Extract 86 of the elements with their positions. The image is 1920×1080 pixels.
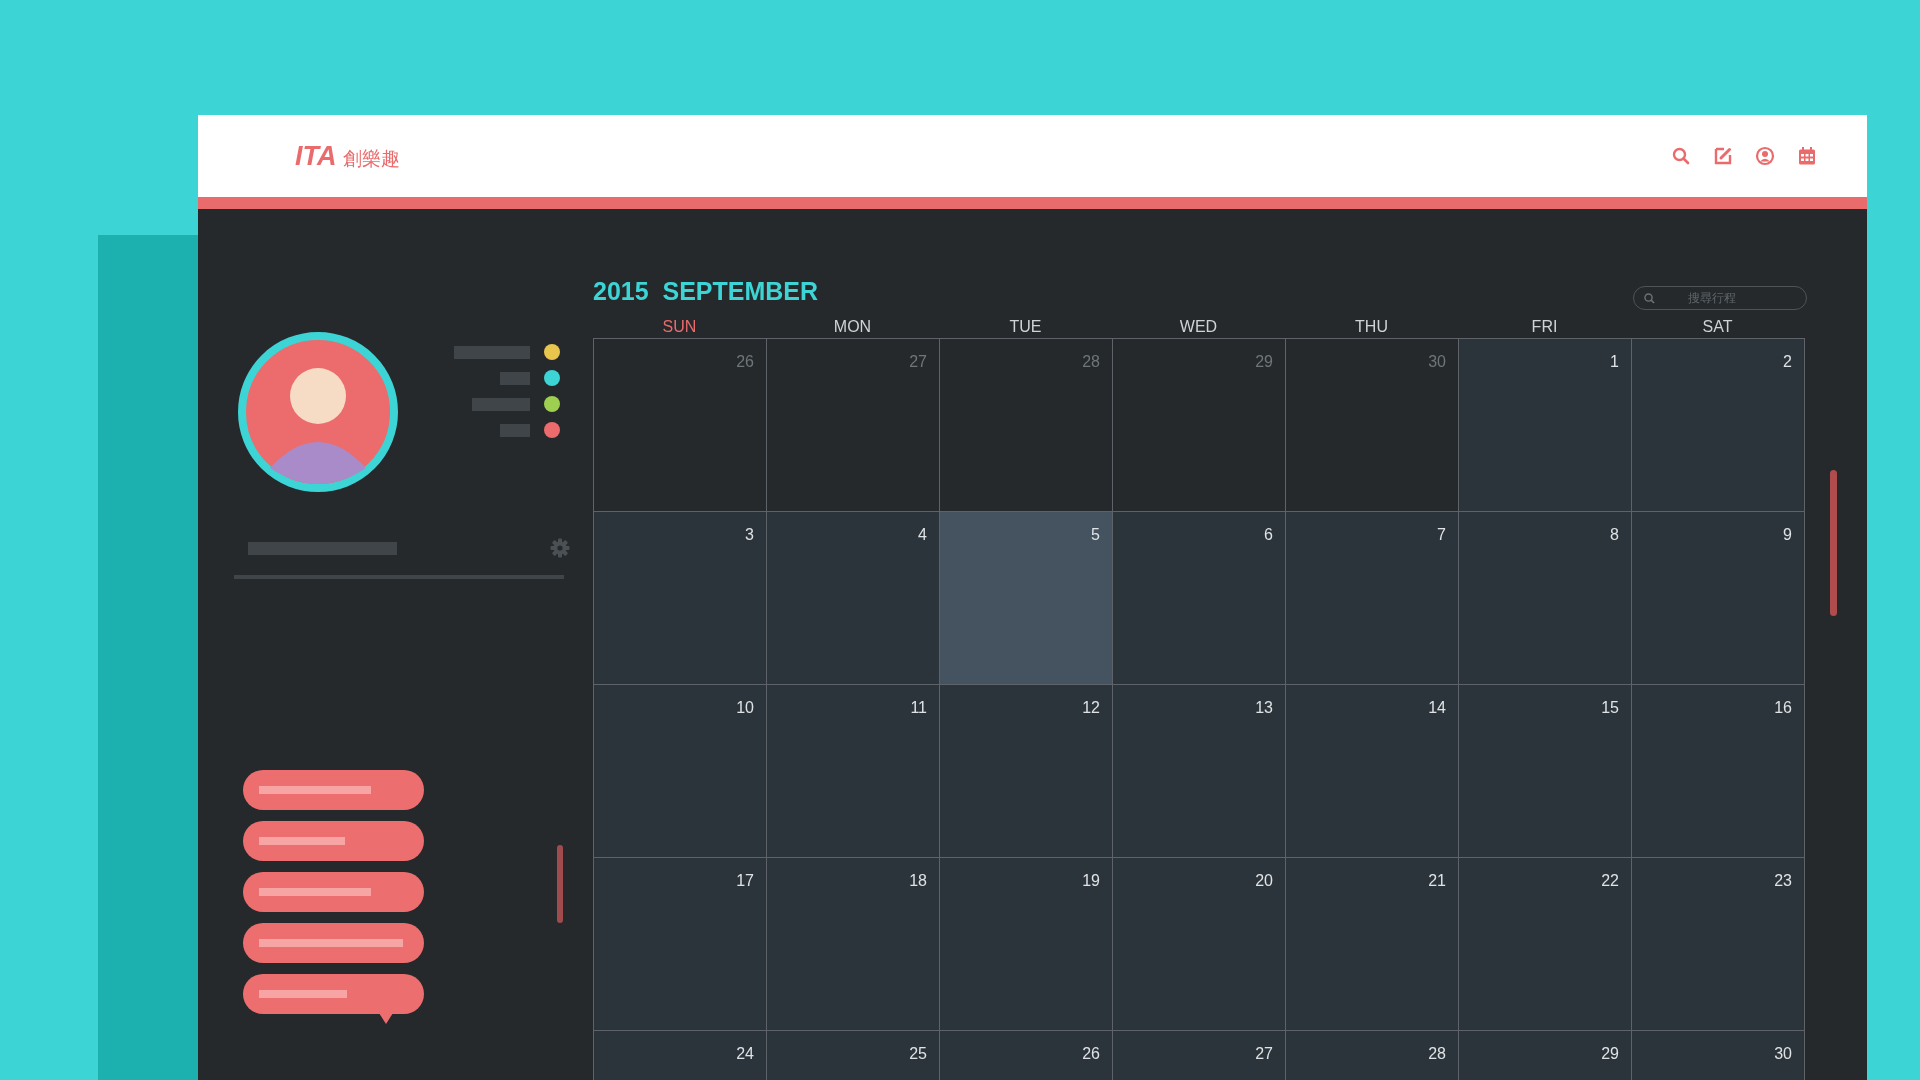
month-title: 2015 SEPTEMBER	[593, 277, 819, 306]
placeholder-bar	[500, 371, 530, 385]
day-number: 4	[918, 526, 927, 543]
day-number: 11	[910, 699, 927, 716]
day-number: 15	[1601, 699, 1619, 716]
day-number: 9	[1783, 526, 1792, 543]
day-cell[interactable]: 16	[1632, 685, 1805, 858]
scrollbar[interactable]	[557, 845, 563, 923]
day-number: 26	[736, 353, 754, 370]
edit-icon[interactable]	[1713, 146, 1733, 166]
logo-mark: ITA	[295, 140, 337, 172]
day-number: 30	[1428, 353, 1446, 370]
day-cell[interactable]: 17	[594, 858, 767, 1031]
day-cell[interactable]: 24	[594, 1031, 767, 1080]
day-cell[interactable]: 22	[1459, 858, 1632, 1031]
calendar-icon[interactable]	[1797, 146, 1817, 166]
day-number: 21	[1428, 872, 1446, 889]
day-cell[interactable]: 30	[1632, 1031, 1805, 1080]
weekday-label: SUN	[662, 318, 697, 335]
day-number: 7	[1437, 526, 1446, 543]
day-cell[interactable]: 11	[767, 685, 940, 858]
day-number: 28	[1428, 1045, 1446, 1062]
day-number: 27	[1255, 1045, 1273, 1062]
scrollbar[interactable]	[1830, 470, 1837, 616]
weekday-label: THU	[1355, 318, 1388, 335]
day-number: 17	[736, 872, 754, 889]
day-number: 13	[1255, 699, 1273, 716]
day-number: 27	[909, 353, 927, 370]
day-number: 3	[745, 526, 754, 543]
day-number: 10	[736, 699, 754, 716]
day-cell[interactable]: 9	[1632, 512, 1805, 685]
day-number: 2	[1783, 353, 1792, 370]
day-cell[interactable]: 20	[1113, 858, 1286, 1031]
placeholder-bar	[500, 423, 530, 437]
day-number: 23	[1774, 872, 1792, 889]
day-number: 28	[1082, 353, 1100, 370]
day-number: 29	[1601, 1045, 1619, 1062]
day-cell[interactable]: 15	[1459, 685, 1632, 858]
weekday-label: SAT	[1702, 318, 1733, 335]
day-cell[interactable]: 10	[594, 685, 767, 858]
placeholder-bar	[472, 397, 530, 411]
day-number: 22	[1601, 872, 1619, 889]
day-cell[interactable]: 23	[1632, 858, 1805, 1031]
day-cell[interactable]: 4	[767, 512, 940, 685]
day-cell[interactable]: 21	[1286, 858, 1459, 1031]
day-cell[interactable]: 3	[594, 512, 767, 685]
day-cell[interactable]: 28	[1286, 1031, 1459, 1080]
day-number: 24	[736, 1045, 754, 1062]
day-number: 19	[1082, 872, 1100, 889]
logo-text: 創樂趣	[342, 145, 400, 171]
day-cell[interactable]: 18	[767, 858, 940, 1031]
day-number: 20	[1255, 872, 1273, 889]
day-cell[interactable]: 26	[940, 1031, 1113, 1080]
day-cell[interactable]: 27	[1113, 1031, 1286, 1080]
day-cell[interactable]: 2	[1632, 339, 1805, 512]
day-cell[interactable]: 19	[940, 858, 1113, 1031]
weekday-label: MON	[833, 318, 872, 335]
day-number: 29	[1255, 353, 1273, 370]
day-cell[interactable]: 7	[1286, 512, 1459, 685]
day-cell[interactable]: 6	[1113, 512, 1286, 685]
day-cell[interactable]: 12	[940, 685, 1113, 858]
day-cell[interactable]: 8	[1459, 512, 1632, 685]
day-cell[interactable]: 25	[767, 1031, 940, 1080]
weekday-label: TUE	[1009, 318, 1042, 335]
day-cell[interactable]: 5	[940, 512, 1113, 685]
day-cell[interactable]: 14	[1286, 685, 1459, 858]
day-cell[interactable]: 29	[1459, 1031, 1632, 1080]
day-number: 18	[909, 872, 927, 889]
day-number: 30	[1774, 1045, 1792, 1062]
settings-icon[interactable]	[550, 538, 570, 558]
search-icon	[1643, 292, 1656, 305]
day-number: 12	[1082, 699, 1100, 716]
day-number: 1	[1610, 353, 1619, 370]
day-number: 14	[1428, 699, 1446, 716]
weekday-label: FRI	[1531, 318, 1558, 335]
day-number: 25	[909, 1045, 927, 1062]
day-cell[interactable]: 1	[1459, 339, 1632, 512]
day-number: 26	[1082, 1045, 1100, 1062]
user-icon[interactable]	[1755, 146, 1775, 166]
day-cell[interactable]: 13	[1113, 685, 1286, 858]
day-number: 8	[1610, 526, 1619, 543]
day-number: 6	[1264, 526, 1273, 543]
day-number: 16	[1774, 699, 1792, 716]
day-number: 5	[1091, 526, 1100, 543]
search-icon[interactable]	[1671, 146, 1691, 166]
weekday-label: WED	[1179, 318, 1218, 335]
